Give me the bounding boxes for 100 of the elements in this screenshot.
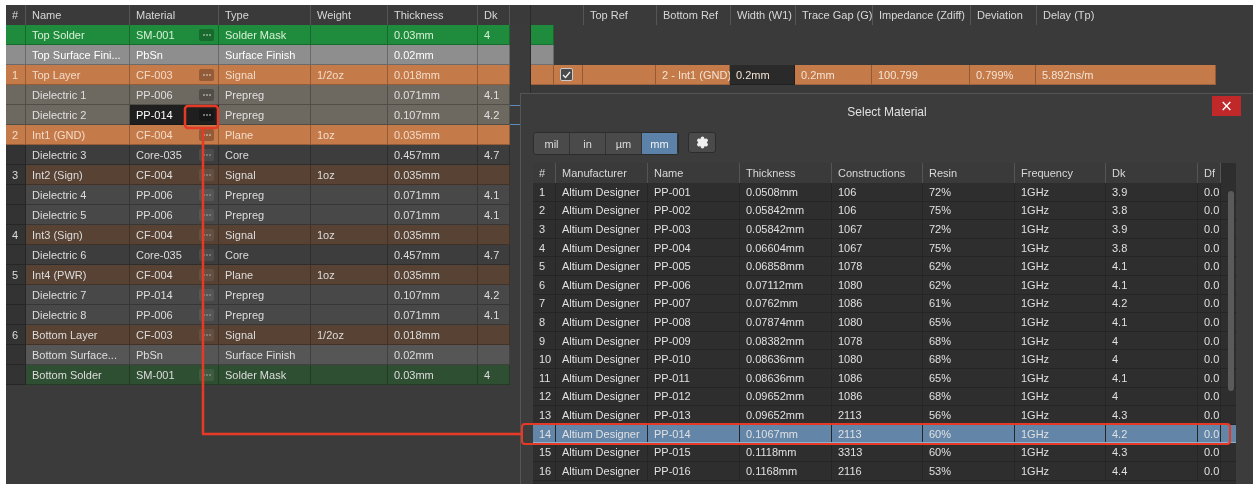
ellipsis-icon	[202, 313, 211, 316]
column-header[interactable]: Constructions	[832, 163, 923, 183]
table-cell: 65%	[923, 368, 1015, 387]
table-cell: 4.1	[1106, 275, 1198, 294]
material-row[interactable]: 1 Altium Designer PP-001 0.0508mm 106 72% 1GHz 3.9 0.0	[533, 183, 1236, 202]
column-header[interactable]: Top Ref	[583, 5, 656, 25]
width-field[interactable]: 0.2mm	[730, 65, 795, 85]
table-cell: Core-035	[130, 245, 219, 265]
layer-row[interactable]: Bottom Solder SM-001 Solder Mask 0.03mm 4	[6, 365, 530, 385]
layer-row[interactable]: Dielectric 5 PP-006 Prepreg 0.071mm 4.1	[6, 205, 530, 225]
column-header[interactable]: Delay (Tp)	[1036, 5, 1216, 25]
ellipsis-button[interactable]	[199, 288, 214, 301]
ellipsis-icon	[202, 93, 211, 96]
table-cell	[6, 365, 26, 385]
layer-row[interactable]: Dielectric 3 Core-035 Core 0.457mm 4.7	[6, 145, 530, 165]
material-field[interactable]: PP-014	[130, 105, 219, 125]
table-cell: 3313	[832, 443, 923, 461]
table-cell: Dielectric 3	[26, 145, 130, 165]
table-cell: Solder Mask	[219, 365, 311, 385]
checkbox[interactable]	[560, 68, 573, 81]
ellipsis-button[interactable]	[199, 208, 214, 221]
table-cell: 0.018mm	[388, 65, 478, 85]
ellipsis-button[interactable]	[199, 68, 214, 81]
ellipsis-button[interactable]	[199, 88, 214, 101]
table-cell: 1GHz	[1015, 406, 1106, 424]
ellipsis-button[interactable]	[199, 108, 214, 121]
ellipsis-button[interactable]	[199, 308, 214, 321]
settings-button[interactable]	[688, 132, 716, 153]
table-cell: Prepreg	[219, 305, 311, 325]
ellipsis-button[interactable]	[199, 268, 214, 281]
table-cell: Prepreg	[219, 205, 311, 225]
table-cell: 1067	[832, 238, 923, 257]
material-row[interactable]: 15 Altium Designer PP-015 0.1118mm 3313 60% 1GHz 4.3 0.0	[533, 443, 1236, 462]
column-header[interactable]: Manufacturer	[556, 163, 648, 183]
column-header[interactable]: Deviation	[970, 5, 1036, 25]
table-cell: Signal	[219, 325, 311, 345]
layer-row[interactable]: Dielectric 6 Core-035 Core 0.457mm 4.7	[6, 245, 530, 265]
ellipsis-button[interactable]	[199, 228, 214, 241]
column-header[interactable]: Width (W1)	[730, 5, 795, 25]
column-header[interactable]: Df	[1198, 163, 1221, 183]
ellipsis-button[interactable]	[199, 368, 214, 381]
column-header[interactable]: Impedance (Zdiff)	[872, 5, 970, 25]
table-cell: 1067	[832, 220, 923, 238]
layer-row[interactable]: 6 Bottom Layer CF-003 Signal 1/2oz 0.018mm	[6, 325, 530, 345]
column-header[interactable]: Dk	[1106, 163, 1198, 183]
layer-row[interactable]: Dielectric 7 PP-014 Prepreg 0.107mm 4.2	[6, 285, 530, 305]
column-header[interactable]: Resin	[923, 163, 1015, 183]
column-header[interactable]: Trace Gap (G)	[795, 5, 872, 25]
table-cell: 12	[533, 387, 556, 406]
material-row[interactable]: 13 Altium Designer PP-013 0.09652mm 2113 56% 1GHz 4.3 0.0	[533, 406, 1236, 425]
layer-row[interactable]: Dielectric 8 PP-006 Prepreg 0.071mm 4.1	[6, 305, 530, 325]
table-cell: 4.2	[1106, 424, 1198, 443]
layer-row[interactable]: 4 Int3 (Sign) CF-004 Signal 1oz 0.035mm	[6, 225, 530, 245]
table-cell	[478, 345, 510, 365]
unit-button[interactable]: mil	[534, 133, 570, 154]
scrollbar[interactable]	[1228, 191, 1234, 391]
material-row[interactable]: 12 Altium Designer PP-012 0.09652mm 1086 68% 1GHz 4 0.0	[533, 387, 1236, 407]
close-button[interactable]: ×	[1212, 96, 1241, 116]
table-cell: 2 - Int1 (GND)	[656, 65, 730, 85]
layer-row[interactable]: Bottom Surface... PbSn Surface Finish 0.02mm	[6, 345, 530, 365]
ellipsis-icon	[202, 153, 211, 156]
table-cell	[6, 205, 26, 225]
column-header[interactable]: Frequency	[1015, 163, 1106, 183]
layer-row[interactable]: Dielectric 4 PP-006 Prepreg 0.071mm 4.1	[6, 185, 530, 205]
material-row[interactable]: 16 Altium Designer PP-016 0.1168mm 2116 53% 1GHz 4.4 0.0	[533, 461, 1236, 481]
column-header[interactable]: Bottom Ref	[656, 5, 730, 25]
table-cell: 62%	[923, 275, 1015, 294]
table-cell: 4	[533, 238, 556, 257]
table-cell: 3	[533, 220, 556, 238]
layer-row[interactable]: 3 Int2 (Sign) CF-004 Signal 1oz 0.035mm	[6, 165, 530, 185]
table-cell: Dielectric 5	[26, 205, 130, 225]
ellipsis-button[interactable]	[199, 248, 214, 261]
layer-row[interactable]: Top Solder SM-001 Solder Mask 0.03mm 4	[6, 25, 530, 45]
ellipsis-button[interactable]	[199, 128, 214, 141]
table-cell: 6	[533, 275, 556, 294]
table-cell: PP-012	[648, 387, 740, 406]
ellipsis-button[interactable]	[199, 188, 214, 201]
layer-row[interactable]: Dielectric 2 PP-014 Prepreg 0.107mm 4.2	[6, 105, 530, 125]
ellipsis-button[interactable]	[199, 328, 214, 341]
ellipsis-button[interactable]	[199, 168, 214, 181]
table-cell: 3.8	[1106, 201, 1198, 220]
unit-button[interactable]: mm	[642, 133, 678, 154]
column-header[interactable]: Name	[648, 163, 740, 183]
layer-row[interactable]: 5 Int4 (PWR) CF-004 Plane 1oz 0.035mm	[6, 265, 530, 285]
column-header[interactable]: #	[533, 163, 556, 183]
table-cell: 0.457mm	[388, 145, 478, 165]
table-cell: 4.1	[478, 85, 510, 105]
impedance-row[interactable]: 2 - Int1 (GND) 0.2mm 0.2mm 100.799 0.799% 5.892ns/m	[531, 65, 1253, 85]
layer-color-strip	[531, 45, 554, 65]
table-cell: 56%	[923, 406, 1015, 424]
ellipsis-button[interactable]	[199, 148, 214, 161]
ellipsis-icon	[202, 73, 211, 76]
ellipsis-button[interactable]	[199, 28, 214, 41]
table-cell: 1GHz	[1015, 275, 1106, 294]
table-cell: Altium Designer	[556, 220, 648, 238]
layer-row[interactable]: Dielectric 1 PP-006 Prepreg 0.071mm 4.1	[6, 85, 530, 105]
unit-button[interactable]: µm	[606, 133, 642, 154]
unit-button[interactable]: in	[570, 133, 606, 154]
table-cell: 5.892ns/m	[1036, 65, 1216, 85]
column-header[interactable]: Thickness	[740, 163, 832, 183]
